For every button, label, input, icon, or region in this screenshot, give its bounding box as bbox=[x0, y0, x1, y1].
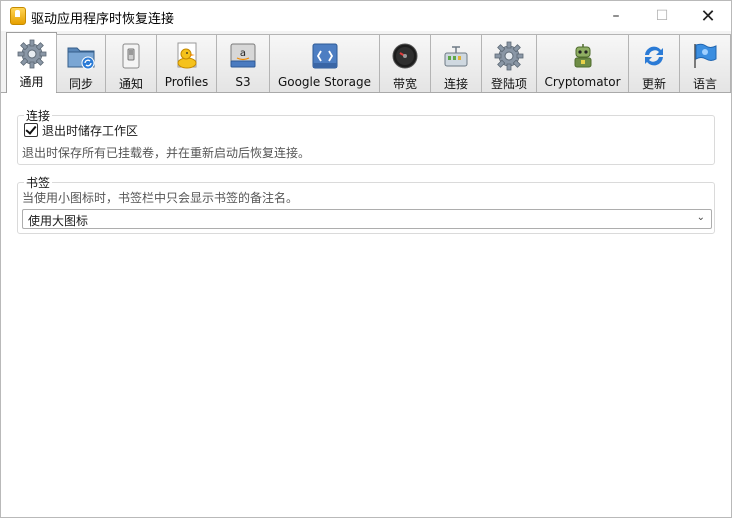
google-storage-icon bbox=[312, 43, 337, 69]
tab-label: S3 bbox=[235, 75, 251, 89]
select-value: 使用大图标 bbox=[28, 214, 89, 228]
tab-notifications[interactable]: 通知 bbox=[105, 34, 157, 92]
tab-label: Google Storage bbox=[277, 75, 372, 89]
bandwidth-gauge-icon bbox=[392, 43, 418, 69]
tab-s3[interactable]: a S3 bbox=[216, 34, 270, 92]
bookmark-description: 当使用小图标时，书签栏中只会显示书签的备注名。 bbox=[22, 191, 299, 205]
bookmark-icon-size-select[interactable]: 使用大图标 ⌄ bbox=[22, 209, 712, 229]
tab-label: Cryptomator bbox=[544, 75, 621, 89]
cryptomator-robot-icon bbox=[574, 44, 591, 68]
tab-language[interactable]: 语言 bbox=[679, 34, 731, 92]
sync-folder-icon bbox=[67, 47, 95, 70]
general-preferences-panel: 连接 退出时储存工作区 退出时保存所有已挂载卷，并在重新启动后恢复连接。 书签 … bbox=[1, 93, 731, 517]
save-workspace-checkbox[interactable] bbox=[24, 123, 38, 137]
tab-general[interactable]: 通用 bbox=[6, 32, 57, 93]
tab-profiles[interactable]: Profiles bbox=[156, 34, 217, 92]
login-items-gear-icon bbox=[494, 41, 524, 71]
gear-icon bbox=[17, 39, 46, 69]
preferences-toolbar: 通用 同步 通知 Profiles a S3 Google Storage 带宽… bbox=[1, 31, 731, 93]
close-button[interactable]: ✕ bbox=[685, 1, 731, 31]
connection-group: 连接 退出时储存工作区 退出时保存所有已挂载卷，并在重新启动后恢复连接。 bbox=[17, 107, 715, 165]
tab-label: 更新 bbox=[641, 77, 666, 91]
notification-switch-icon bbox=[122, 43, 140, 69]
chevron-down-icon: ⌄ bbox=[696, 212, 705, 223]
tab-label: 带宽 bbox=[392, 77, 417, 91]
tab-label: 通知 bbox=[118, 77, 143, 91]
profiles-duck-icon bbox=[177, 42, 196, 69]
tab-label: 连接 bbox=[443, 77, 468, 91]
tab-label: 语言 bbox=[692, 77, 717, 91]
tab-update[interactable]: 更新 bbox=[628, 34, 680, 92]
tab-label: 通用 bbox=[19, 75, 44, 89]
update-icon bbox=[645, 46, 663, 66]
tab-google-storage[interactable]: Google Storage bbox=[269, 34, 380, 92]
connection-icon bbox=[444, 46, 468, 67]
preferences-window: 驱动应用程序时恢复连接 – ☐ ✕ 通用 同步 通知 Profiles a S3… bbox=[0, 0, 732, 518]
tab-sync[interactable]: 同步 bbox=[56, 34, 106, 92]
bookmark-group: 书签 当使用小图标时，书签栏中只会显示书签的备注名。 使用大图标 ⌄ bbox=[17, 174, 715, 234]
minimize-button[interactable]: – bbox=[593, 1, 639, 31]
tab-login-items[interactable]: 登陆项 bbox=[481, 34, 537, 92]
save-workspace-description: 退出时保存所有已挂载卷，并在重新启动后恢复连接。 bbox=[22, 146, 311, 160]
maximize-button[interactable]: ☐ bbox=[639, 1, 685, 31]
tab-bandwidth[interactable]: 带宽 bbox=[379, 34, 431, 92]
svg-text:a: a bbox=[240, 48, 246, 59]
app-icon bbox=[10, 7, 26, 25]
tab-cryptomator[interactable]: Cryptomator bbox=[536, 34, 629, 92]
tab-connection[interactable]: 连接 bbox=[430, 34, 482, 92]
save-workspace-label[interactable]: 退出时储存工作区 bbox=[42, 122, 138, 139]
tab-label: 登陆项 bbox=[490, 77, 527, 91]
tab-label: 同步 bbox=[68, 77, 93, 91]
s3-icon: a bbox=[230, 43, 256, 68]
tab-label: Profiles bbox=[164, 75, 209, 89]
window-title: 驱动应用程序时恢复连接 bbox=[31, 12, 175, 27]
language-flag-icon bbox=[694, 43, 717, 68]
title-bar: 驱动应用程序时恢复连接 – ☐ ✕ bbox=[1, 1, 731, 31]
